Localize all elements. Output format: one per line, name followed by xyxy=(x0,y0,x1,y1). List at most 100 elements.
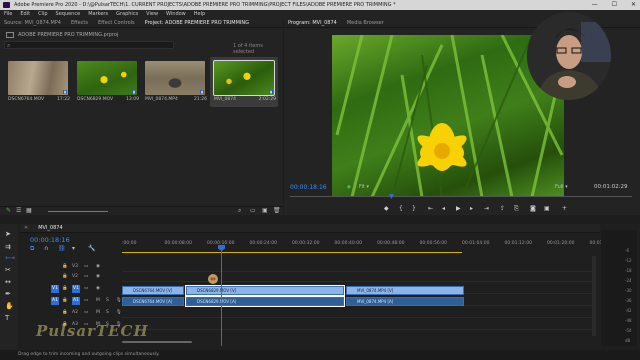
project-item-thumbnail[interactable]: ▮ xyxy=(8,61,68,95)
snap-icon[interactable]: ∩ xyxy=(44,245,48,252)
timeline-playhead[interactable] xyxy=(221,246,222,346)
sync-lock-icon[interactable]: ▭ xyxy=(84,309,88,317)
step-back-icon[interactable]: ◂ xyxy=(442,205,445,212)
tab-program[interactable]: Program: MVI_0874 xyxy=(288,19,337,27)
project-item[interactable]: DSCN6764.MOV 17:22 xyxy=(8,97,70,103)
add-marker-icon[interactable]: ◆ xyxy=(384,205,389,212)
selection-tool-icon[interactable]: ➤ xyxy=(5,230,11,238)
mark-in-icon[interactable]: { xyxy=(399,205,403,212)
tab-source[interactable]: Source: MVI_0874.MP4 xyxy=(4,19,61,27)
list-view-icon[interactable]: ☰ xyxy=(16,207,21,214)
step-forward-icon[interactable]: ▸ xyxy=(470,205,473,212)
track-name[interactable]: A2 xyxy=(72,309,78,317)
lock-icon[interactable]: 🔒 xyxy=(62,273,68,281)
lock-icon[interactable]: 🔒 xyxy=(62,285,68,293)
track-name[interactable]: V1 xyxy=(72,285,80,293)
menu-markers[interactable]: Markers xyxy=(88,10,108,19)
trash-icon[interactable]: 🗑 xyxy=(273,207,281,214)
program-timecode[interactable]: 00:00:18:16 xyxy=(290,184,327,191)
eye-icon[interactable]: ◉ xyxy=(96,263,100,271)
tab-sequence[interactable]: MVI_0874 xyxy=(38,224,62,232)
add-marker-icon[interactable]: ▾ xyxy=(72,245,75,252)
menu-graphics[interactable]: Graphics xyxy=(116,10,138,19)
microphone-icon[interactable]: 🎙 xyxy=(116,309,122,317)
audio-clip[interactable]: DSCN6764.MOV [A] xyxy=(122,297,184,306)
audio-clip[interactable]: MVI_0874.MP4 [A] xyxy=(346,297,464,306)
type-icon[interactable]: T xyxy=(5,314,9,322)
project-item[interactable]: DSCN6829.MOV 13:09 xyxy=(77,97,139,103)
work-area-bar[interactable] xyxy=(122,252,462,253)
track-name[interactable]: V3 xyxy=(72,263,78,271)
close-tab-icon[interactable]: ✕ xyxy=(24,224,28,232)
hand-icon[interactable]: ✋ xyxy=(5,302,14,310)
microphone-icon[interactable]: 🎙 xyxy=(116,297,122,305)
search-input[interactable]: ⌕ xyxy=(4,41,174,49)
video-clip[interactable]: DSCN6764.MOV [V] xyxy=(122,286,184,295)
mark-out-icon[interactable]: } xyxy=(412,205,416,212)
pencil-icon[interactable]: ✎ xyxy=(6,207,11,214)
sync-lock-icon[interactable]: ▭ xyxy=(84,297,88,305)
playhead-handle[interactable] xyxy=(218,245,225,251)
lock-icon[interactable]: 🔒 xyxy=(62,263,68,271)
vertical-scrollbar[interactable] xyxy=(592,256,596,336)
menu-sequence[interactable]: Sequence xyxy=(56,10,81,19)
marker-icon[interactable]: ◆ xyxy=(347,184,351,190)
video-clip[interactable]: MVI_0874.MP4 [V] xyxy=(346,286,464,295)
wrench-icon[interactable]: 🔧 xyxy=(88,245,95,252)
timeline-timecode[interactable]: 00:00:18:16 xyxy=(30,236,70,244)
lift-icon[interactable]: ⇪ xyxy=(500,205,505,212)
icon-view-icon[interactable]: ▦ xyxy=(26,207,32,214)
razor-icon[interactable]: ✂ xyxy=(5,266,11,274)
project-item[interactable]: MVI_0874 2:02:29 xyxy=(214,97,276,103)
menu-file[interactable]: File xyxy=(4,10,12,19)
camera-icon[interactable]: ◙ xyxy=(530,205,536,212)
folder-icon[interactable]: ▭ xyxy=(250,207,256,214)
menu-clip[interactable]: Clip xyxy=(38,10,47,19)
lock-icon[interactable]: 🔒 xyxy=(62,309,68,317)
linked-selection-icon[interactable]: ⛓ xyxy=(58,245,66,252)
maximize-button[interactable]: ☐ xyxy=(612,0,617,10)
mute-button[interactable]: M xyxy=(96,297,100,305)
audio-clip[interactable]: DSCN6829.MOV [A] xyxy=(185,296,345,307)
project-item-thumbnail[interactable]: ▮ xyxy=(213,60,275,96)
sync-lock-icon[interactable]: ▭ xyxy=(84,273,88,281)
menu-edit[interactable]: Edit xyxy=(20,10,30,19)
nest-icon[interactable]: ⧉ xyxy=(30,245,34,253)
go-to-in-icon[interactable]: ⇤ xyxy=(428,205,433,212)
project-item[interactable]: MVI_0874.MP4 21:26 xyxy=(145,97,207,103)
track-select-icon[interactable]: ⇉ xyxy=(5,243,11,251)
eye-icon[interactable]: ◉ xyxy=(96,285,100,293)
tab-effect-controls[interactable]: Effect Controls xyxy=(98,19,135,27)
track-name[interactable]: V2 xyxy=(72,273,78,281)
time-ruler[interactable]: :00:00 00:00:08:00 00:00:16:00 00:00:24:00 0… xyxy=(122,241,617,249)
add-button-icon[interactable]: + xyxy=(562,205,567,212)
source-patch[interactable]: V1 xyxy=(51,285,59,293)
menu-window[interactable]: Window xyxy=(166,10,186,19)
eye-icon[interactable]: ◉ xyxy=(96,273,100,281)
fit-dropdown[interactable]: Fit ▾ xyxy=(359,184,373,190)
horizontal-scrollbar[interactable] xyxy=(122,340,592,344)
project-item-thumbnail[interactable]: ▮ xyxy=(77,61,137,95)
extract-icon[interactable]: ⎘ xyxy=(514,205,519,213)
go-to-out-icon[interactable]: ⇥ xyxy=(484,205,489,212)
lock-icon[interactable]: 🔒 xyxy=(62,297,68,305)
program-scrubber[interactable] xyxy=(290,194,632,199)
new-item-icon[interactable]: ▣ xyxy=(262,207,268,214)
tab-effects[interactable]: Effects xyxy=(71,19,88,27)
play-icon[interactable]: ▶ xyxy=(456,205,461,212)
search-icon[interactable]: ⌕ xyxy=(238,207,241,215)
zoom-slider[interactable] xyxy=(48,211,108,212)
tab-media-browser[interactable]: Media Browser xyxy=(347,19,384,27)
tab-project[interactable]: Project: ADOBE PREMIERE PRO TRIMMING xyxy=(145,19,249,27)
menu-view[interactable]: View xyxy=(146,10,158,19)
resolution-dropdown[interactable]: Full ▾ xyxy=(555,184,568,190)
slip-icon[interactable]: ↔ xyxy=(5,278,11,286)
sync-lock-icon[interactable]: ▭ xyxy=(84,263,88,271)
source-patch[interactable]: A1 xyxy=(51,297,59,305)
sync-lock-icon[interactable]: ▭ xyxy=(84,285,88,293)
comparison-view-icon[interactable]: ▣ xyxy=(544,205,550,212)
ripple-edit-icon[interactable]: ⟷ xyxy=(5,254,15,262)
solo-button[interactable]: S xyxy=(106,309,109,317)
pen-icon[interactable]: ✒ xyxy=(5,290,11,298)
close-button[interactable]: ✕ xyxy=(631,0,636,10)
